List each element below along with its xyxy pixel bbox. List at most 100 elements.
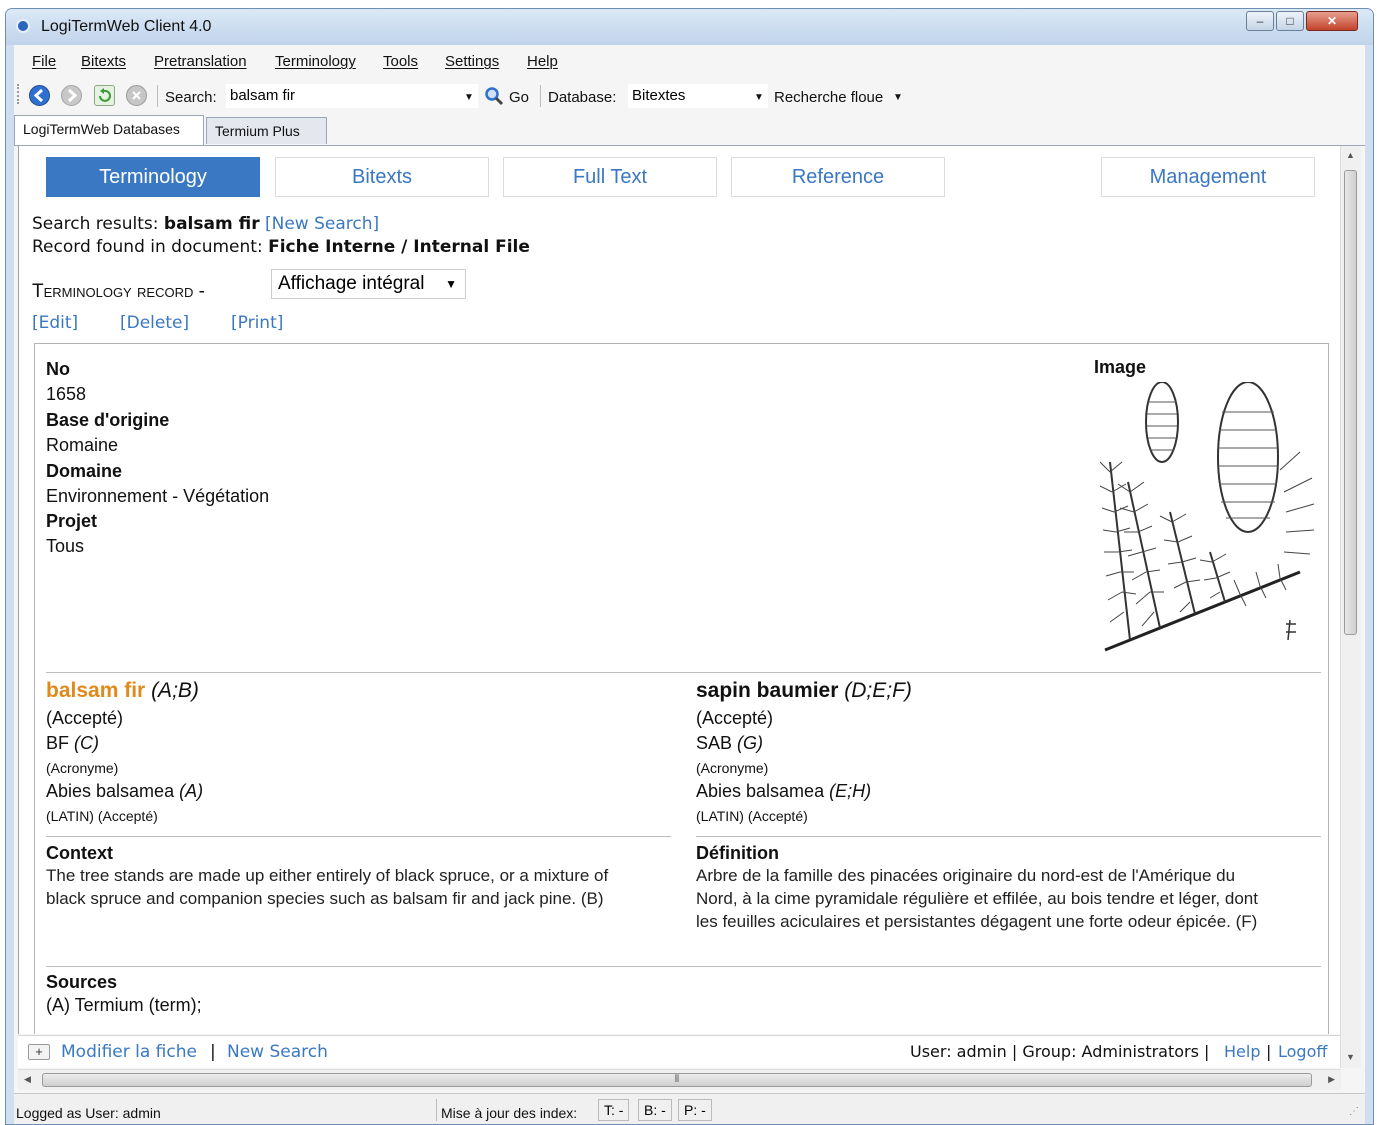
en-term2-line: BF (C)	[46, 733, 99, 754]
menu-help[interactable]: Help	[527, 53, 558, 70]
display-mode-select[interactable]: Affichage intégral ▼	[271, 269, 466, 299]
tab-logitermweb-databases[interactable]: LogiTermWeb Databases	[14, 115, 204, 145]
en-term3-note: (LATIN) (Accepté)	[46, 808, 158, 824]
menu-settings[interactable]: Settings	[445, 53, 499, 70]
fr-main-term-source: (D;E;F)	[844, 679, 912, 702]
scroll-up-icon[interactable]: ▲	[1346, 150, 1355, 160]
en-term2: BF	[46, 733, 70, 753]
no-value: 1658	[46, 384, 87, 404]
plus-icon[interactable]: +	[28, 1044, 50, 1060]
search-dropdown-icon[interactable]: ▼	[464, 92, 474, 103]
footer-new-search-link[interactable]: New Search	[227, 1042, 328, 1062]
database-select[interactable]: Bitextes	[628, 84, 768, 108]
index-t-status: T: -	[598, 1099, 630, 1121]
fuzzy-dropdown-icon[interactable]: ▼	[893, 92, 903, 103]
search-input[interactable]: balsam fir	[226, 84, 478, 108]
forward-icon[interactable]	[61, 85, 82, 106]
search-query: balsam fir	[163, 214, 260, 234]
scroll-down-icon[interactable]: ▼	[1346, 1052, 1355, 1062]
new-search-link[interactable]: [New Search]	[265, 214, 379, 234]
menu-file[interactable]: File	[32, 53, 56, 70]
horizontal-scroll-thumb[interactable]: ⦀	[42, 1073, 1312, 1087]
delete-link[interactable]: [Delete]	[120, 313, 189, 333]
menu-tools[interactable]: Tools	[383, 53, 418, 70]
nav-tab-reference[interactable]: Reference	[731, 157, 945, 197]
status-separator	[436, 1099, 437, 1121]
toolbar: Search: balsam fir ▼ Go Database: Bitext…	[14, 78, 1365, 110]
record-page: Terminology Bitexts Full Text Reference …	[18, 146, 1341, 1034]
database-dropdown-icon[interactable]: ▼	[754, 92, 764, 103]
client-area: File Bitexts Pretranslation Terminology …	[14, 45, 1365, 1124]
toolbar-grip[interactable]	[17, 84, 21, 104]
title-bar: LogiTermWeb Client 4.0 – □ ✕	[6, 9, 1373, 45]
stop-icon[interactable]	[126, 85, 147, 106]
definition-line: Nord, à la cime pyramidale régulière et …	[696, 889, 1258, 908]
nav-tab-bitexts[interactable]: Bitexts	[275, 157, 489, 197]
logged-user-status: Logged as User: admin	[16, 1105, 161, 1121]
maximize-button[interactable]: □	[1276, 11, 1304, 31]
nav-tab-terminology[interactable]: Terminology	[46, 157, 260, 197]
logoff-link[interactable]: Logoff	[1278, 1042, 1327, 1061]
vertical-scroll-thumb[interactable]	[1344, 170, 1357, 635]
search-icon[interactable]	[484, 86, 504, 106]
search-label: Search:	[165, 89, 217, 106]
app-window: LogiTermWeb Client 4.0 – □ ✕ File Bitext…	[5, 8, 1374, 1125]
fr-term3-line: Abies balsamea (E;H)	[696, 781, 871, 802]
definition-text: Arbre de la famille des pinacées origina…	[696, 864, 1258, 933]
toolbar-separator	[157, 85, 158, 107]
nav-tab-management[interactable]: Management	[1101, 157, 1315, 197]
edit-link[interactable]: [Edit]	[32, 313, 78, 333]
user-group-info: User: admin | Group: Administrators |	[910, 1042, 1210, 1061]
close-button[interactable]: ✕	[1306, 11, 1358, 31]
fr-term2-line: SAB (G)	[696, 733, 763, 754]
document-name: Fiche Interne / Internal File	[268, 237, 530, 257]
fr-main-status: (Accepté)	[696, 708, 774, 728]
refresh-icon[interactable]	[94, 85, 115, 106]
found-prefix: Record found in document:	[32, 237, 263, 257]
index-b-status: B: -	[638, 1099, 672, 1121]
divider	[46, 672, 1321, 673]
resize-grip-icon[interactable]: ⋰	[1349, 1106, 1359, 1117]
context-line: black spruce and companion species such …	[46, 889, 604, 908]
search-results-line: Search results: balsam fir [New Search]	[32, 214, 379, 234]
no-label: No	[46, 359, 70, 379]
footer-separator: |	[210, 1042, 216, 1062]
en-term2-note: (Acronyme)	[46, 760, 119, 776]
domain-label: Domaine	[46, 461, 123, 481]
nav-tab-full-text[interactable]: Full Text	[503, 157, 717, 197]
go-button[interactable]: Go	[509, 89, 529, 106]
sources-line: (A) Termium (term);	[46, 995, 202, 1015]
en-term3: Abies balsamea	[46, 781, 175, 801]
context-text: The tree stands are made up either entir…	[46, 864, 608, 910]
index-p-status: P: -	[678, 1099, 712, 1121]
horizontal-scrollbar[interactable]: ◀ ⦀ ▶	[18, 1069, 1341, 1090]
en-main-term-line: balsam fir (A;B)	[46, 679, 199, 703]
scroll-left-icon[interactable]: ◀	[24, 1074, 31, 1085]
print-link[interactable]: [Print]	[231, 313, 283, 333]
fr-main-term-line: sapin baumier (D;E;F)	[696, 679, 912, 703]
fr-main-term: sapin baumier	[696, 679, 839, 702]
base-value: Romaine	[46, 435, 119, 455]
fr-term3-note: (LATIN) (Accepté)	[696, 808, 808, 824]
divider	[46, 966, 1321, 967]
tab-termium-plus[interactable]: Termium Plus	[206, 117, 327, 144]
divider	[46, 836, 671, 837]
status-bar: Logged as User: admin Mise à jour des in…	[14, 1093, 1365, 1124]
vertical-scrollbar[interactable]: ▲ ▼	[1340, 146, 1361, 1068]
help-link[interactable]: Help	[1224, 1042, 1260, 1061]
en-term2-source: (C)	[74, 733, 100, 753]
fuzzy-search-button[interactable]: Recherche floue	[774, 89, 883, 106]
menu-bitexts[interactable]: Bitexts	[81, 53, 126, 70]
record-footer: + Modifier la fiche | New Search User: a…	[18, 1035, 1341, 1068]
menu-pretranslation[interactable]: Pretranslation	[154, 53, 247, 70]
record-found-line: Record found in document: Fiche Interne …	[32, 237, 530, 257]
minimize-button[interactable]: –	[1246, 11, 1274, 31]
back-icon[interactable]	[29, 85, 50, 106]
display-mode-value: Affichage intégral	[278, 273, 425, 294]
modify-record-link[interactable]: Modifier la fiche	[61, 1042, 197, 1062]
fir-branch-image	[1100, 382, 1315, 652]
scroll-right-icon[interactable]: ▶	[1328, 1074, 1335, 1085]
menu-terminology[interactable]: Terminology	[275, 53, 356, 70]
fr-term2: SAB	[696, 733, 733, 753]
footer-separator: |	[1266, 1042, 1272, 1061]
